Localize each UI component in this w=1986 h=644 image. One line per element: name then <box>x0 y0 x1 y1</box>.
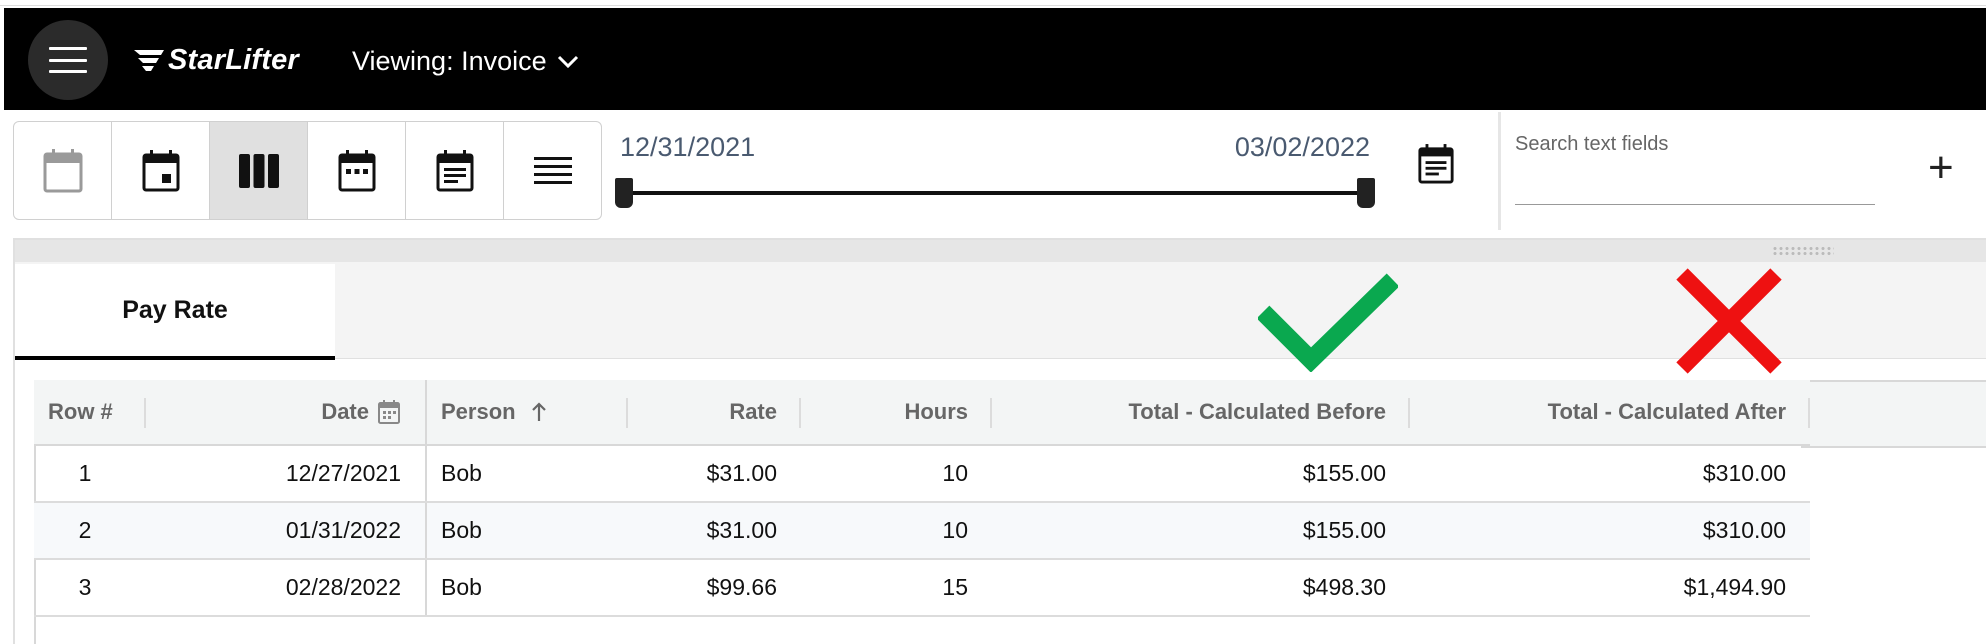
hamburger-icon <box>49 47 87 73</box>
hamburger-menu-button[interactable] <box>28 20 108 100</box>
cell-person: Bob <box>426 502 628 560</box>
viewing-label: Viewing: Invoice <box>352 46 547 76</box>
table-header-filler <box>1801 382 1986 448</box>
cell-rate: $31.00 <box>628 445 801 503</box>
view-notes-button[interactable] <box>406 122 504 219</box>
tab-pay-rate[interactable]: Pay Rate <box>15 264 335 360</box>
panel-resize-strip <box>15 240 1986 262</box>
green-check-icon <box>1258 273 1398 372</box>
list-lines-icon <box>533 156 572 184</box>
cell-row-number: 2 <box>34 502 146 560</box>
cell-date: 01/31/2022 <box>146 502 427 560</box>
cell-total-after: $310.00 <box>1410 502 1810 560</box>
calendar-blank-icon <box>43 148 82 192</box>
view-mode-toggle-group <box>13 121 602 220</box>
cell-total-before: $155.00 <box>992 502 1410 560</box>
calendar-filter-icon[interactable] <box>377 399 401 425</box>
viewing-dropdown[interactable]: Viewing: Invoice <box>352 46 579 77</box>
cell-hours: 10 <box>801 502 992 560</box>
column-header-total-before[interactable]: Total - Calculated Before <box>992 380 1410 446</box>
date-range-slider: 12/31/2021 03/02/2022 <box>615 128 1375 208</box>
table-row[interactable]: 1 12/27/2021 Bob $31.00 10 $155.00 $310.… <box>34 445 1810 503</box>
top-border <box>0 0 1986 6</box>
view-month-button[interactable] <box>308 122 406 219</box>
add-button[interactable]: + <box>1928 146 1954 190</box>
chevron-down-icon <box>557 55 578 68</box>
view-columns-button[interactable] <box>210 122 308 219</box>
brand-logo[interactable]: StarLifter <box>132 40 299 80</box>
view-calendar-blank-button[interactable] <box>14 122 112 219</box>
top-navbar: StarLifter Viewing: Invoice <box>4 8 1986 110</box>
column-header-row-number[interactable]: Row # <box>34 380 146 446</box>
calendar-month-icon <box>338 149 375 191</box>
red-x-icon <box>1676 268 1782 374</box>
columns-icon <box>238 153 279 188</box>
pay-rate-table: Row # Date Person Rate Hours Total - Cal… <box>34 380 1810 617</box>
range-start-handle[interactable] <box>615 178 633 208</box>
column-header-rate[interactable]: Rate <box>628 380 801 446</box>
cell-person: Bob <box>426 559 628 617</box>
calendar-notes-icon <box>436 149 473 191</box>
column-header-person[interactable]: Person <box>426 380 628 446</box>
cell-total-after: $1,494.90 <box>1410 559 1810 617</box>
cell-row-number: 1 <box>34 445 146 503</box>
brand-name: StarLifter <box>168 43 299 76</box>
cell-person: Bob <box>426 445 628 503</box>
range-track[interactable] <box>623 191 1367 195</box>
view-list-button[interactable] <box>504 122 601 219</box>
cell-hours: 10 <box>801 445 992 503</box>
column-header-hours[interactable]: Hours <box>801 380 992 446</box>
range-start-label: 12/31/2021 <box>620 132 756 162</box>
table-row[interactable]: 3 02/28/2022 Bob $99.66 15 $498.30 $1,49… <box>34 559 1810 617</box>
sort-ascending-icon[interactable] <box>530 401 548 423</box>
cell-total-before: $498.30 <box>992 559 1410 617</box>
cell-total-after: $310.00 <box>1410 445 1810 503</box>
starlifter-logo-icon <box>134 50 164 71</box>
drag-handle-icon[interactable] <box>1772 246 1834 256</box>
cell-rate: $31.00 <box>628 502 801 560</box>
calendar-day-icon <box>142 149 179 191</box>
column-header-total-after[interactable]: Total - Calculated After <box>1410 380 1810 446</box>
toolbar-divider <box>1498 112 1501 230</box>
table-header-row: Row # Date Person Rate Hours Total - Cal… <box>34 380 1810 446</box>
cell-date: 02/28/2022 <box>146 559 427 617</box>
column-header-date[interactable]: Date <box>146 380 427 446</box>
cell-rate: $99.66 <box>628 559 801 617</box>
cell-row-number: 3 <box>34 559 146 617</box>
range-end-handle[interactable] <box>1357 178 1375 208</box>
view-day-button[interactable] <box>112 122 210 219</box>
cell-date: 12/27/2021 <box>146 445 427 503</box>
cell-total-before: $155.00 <box>992 445 1410 503</box>
cell-hours: 15 <box>801 559 992 617</box>
search-field: Search text fields <box>1515 126 1875 210</box>
date-picker-button[interactable] <box>1410 138 1462 190</box>
table-row[interactable]: 2 01/31/2022 Bob $31.00 10 $155.00 $310.… <box>34 502 1810 560</box>
range-end-label: 03/02/2022 <box>1234 132 1370 162</box>
calendar-notes-icon <box>1418 144 1454 184</box>
search-input[interactable] <box>1515 126 1875 205</box>
